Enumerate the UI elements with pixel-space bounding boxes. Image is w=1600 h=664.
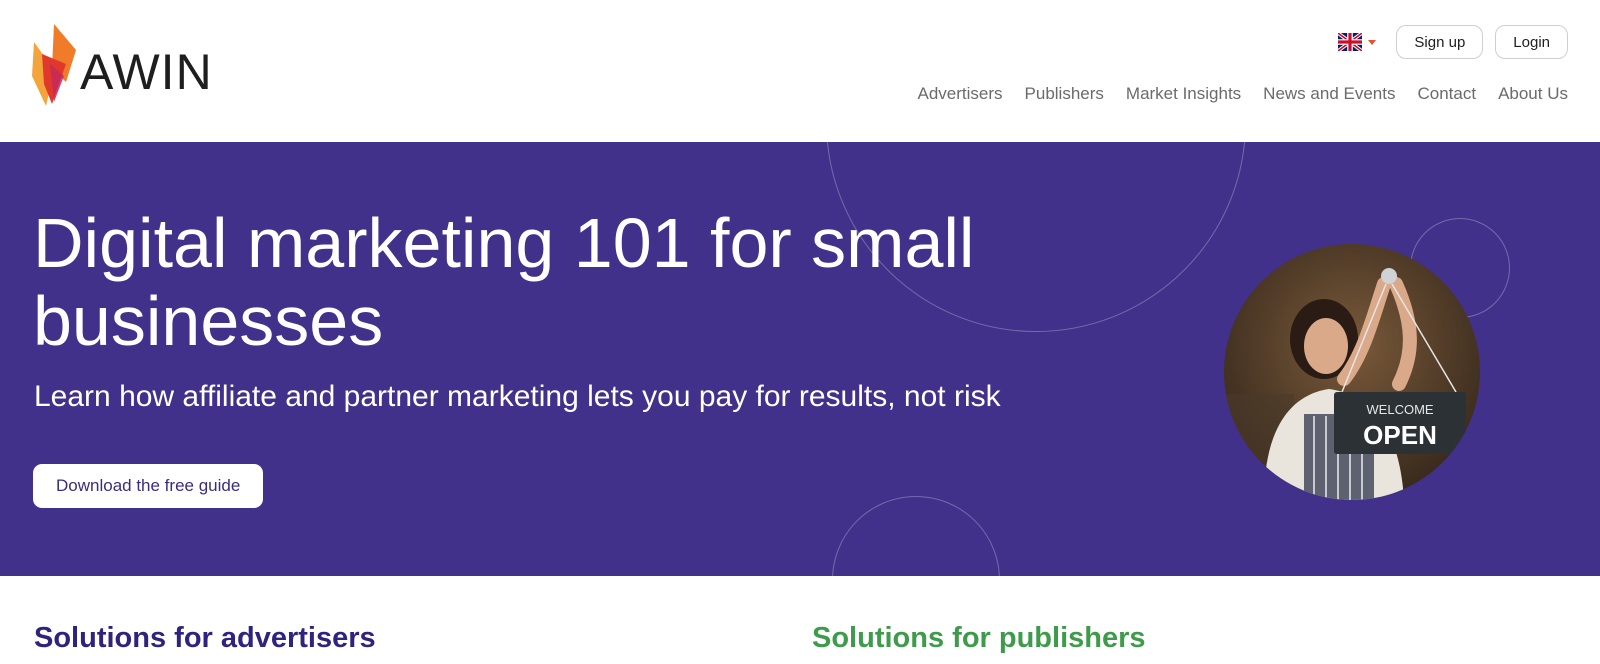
hero-title: Digital marketing 101 for small business…	[33, 204, 975, 360]
solutions-publishers-heading[interactable]: Solutions for publishers	[812, 622, 1146, 655]
sign-welcome-text: WELCOME	[1366, 402, 1434, 417]
flame-logo-icon	[32, 24, 76, 106]
shop-owner-open-sign-image: WELCOME OPEN	[1224, 244, 1480, 500]
hero-banner: Digital marketing 101 for small business…	[0, 142, 1600, 576]
header-actions: Sign up Login	[1338, 25, 1568, 59]
nav-publishers[interactable]: Publishers	[1025, 84, 1104, 104]
nav-advertisers[interactable]: Advertisers	[918, 84, 1003, 104]
language-selector[interactable]	[1338, 33, 1377, 51]
brand-name: AWIN	[80, 44, 213, 100]
nav-contact[interactable]: Contact	[1417, 84, 1476, 104]
sign-open-text: OPEN	[1363, 420, 1437, 450]
nav-about-us[interactable]: About Us	[1498, 84, 1568, 104]
hero-subtitle: Learn how affiliate and partner marketin…	[34, 380, 1001, 413]
main-nav: Advertisers Publishers Market Insights N…	[918, 84, 1569, 104]
decorative-circle	[832, 496, 1000, 576]
uk-flag-icon	[1338, 33, 1363, 51]
site-header: AWIN Sign up Login Advertisers Publisher…	[0, 0, 1600, 142]
nav-market-insights[interactable]: Market Insights	[1126, 84, 1241, 104]
signup-button[interactable]: Sign up	[1396, 25, 1484, 59]
solutions-advertisers-heading[interactable]: Solutions for advertisers	[34, 622, 376, 655]
awin-logo[interactable]: AWIN	[32, 24, 213, 106]
login-button[interactable]: Login	[1495, 25, 1568, 59]
download-guide-button[interactable]: Download the free guide	[33, 464, 264, 508]
nav-news-and-events[interactable]: News and Events	[1263, 84, 1395, 104]
chevron-down-icon	[1368, 39, 1377, 45]
